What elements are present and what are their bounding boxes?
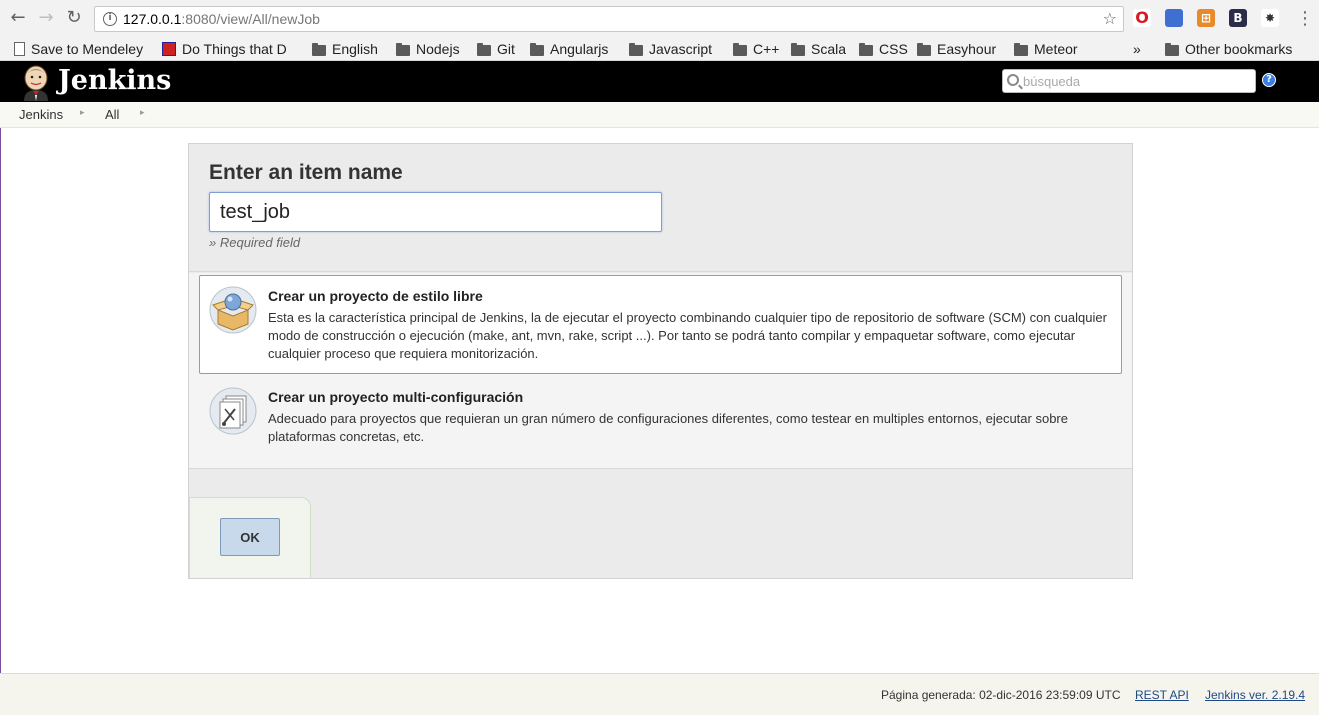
item-type-multi-configuration[interactable]: Crear un proyecto multi-configuración Ad… [199, 376, 1122, 458]
search-box [1002, 69, 1256, 93]
item-type-description: Adecuado para proyectos que requieran un… [268, 411, 1068, 444]
breadcrumb-all[interactable]: All [105, 107, 119, 122]
forward-arrow-icon[interactable]: → [36, 8, 56, 28]
rest-api-link[interactable]: REST API [1135, 688, 1189, 702]
required-field-hint: » Required field [209, 235, 301, 250]
jenkins-header: Jenkins [0, 61, 1319, 102]
bookmark-folder-git[interactable]: Git [477, 39, 515, 59]
bookmark-folder-scala[interactable]: Scala [791, 39, 846, 59]
folder-icon [530, 43, 544, 56]
folder-icon [733, 43, 747, 56]
site-info-icon[interactable]: i [103, 12, 117, 26]
puzzle-extension-icon[interactable]: ✸ [1261, 9, 1279, 27]
page-icon [14, 42, 25, 56]
url-text[interactable]: 127.0.0.1:8080/view/All/newJob [123, 11, 320, 27]
bookmark-folder-other[interactable]: Other bookmarks [1165, 39, 1292, 59]
item-type-description: Esta es la característica principal de J… [268, 310, 1107, 361]
bookmark-do-things[interactable]: Do Things that D [162, 39, 298, 59]
item-type-label: Crear un proyecto multi-configuración [268, 389, 524, 405]
bookmark-folder-cpp[interactable]: C++ [733, 39, 779, 59]
item-name-heading: Enter an item name [209, 161, 403, 184]
search-input[interactable] [1023, 73, 1251, 89]
window-extension-icon[interactable] [1165, 9, 1183, 27]
bookmark-folder-nodejs[interactable]: Nodejs [396, 39, 460, 59]
folder-icon [396, 43, 410, 56]
page-footer: Página generada: 02-dic-2016 23:59:09 UT… [0, 673, 1319, 715]
item-type-label: Crear un proyecto de estilo libre [268, 288, 483, 304]
bookmark-folder-easyhour[interactable]: Easyhour [917, 39, 996, 59]
form-footer: OK [189, 470, 1132, 578]
breadcrumb-jenkins[interactable]: Jenkins [19, 107, 63, 122]
browser-toolbar: ← → ↻ i 127.0.0.1:8080/view/All/newJob ☆… [0, 0, 1319, 37]
bookmarks-overflow-chevron-icon[interactable]: » [1133, 39, 1141, 59]
folder-icon [791, 43, 805, 56]
address-bar[interactable]: i 127.0.0.1:8080/view/All/newJob ☆ [94, 6, 1124, 32]
item-type-list: Crear un proyecto de estilo libre Esta e… [189, 273, 1132, 469]
browser-menu-icon[interactable]: ⋮ [1296, 8, 1314, 29]
folder-icon [477, 43, 491, 56]
bookmark-folder-css[interactable]: CSS [859, 39, 908, 59]
back-arrow-icon[interactable]: ← [8, 8, 28, 28]
help-icon[interactable]: ? [1262, 73, 1276, 87]
item-type-freestyle[interactable]: Crear un proyecto de estilo libre Esta e… [199, 275, 1122, 374]
folder-icon [859, 43, 873, 56]
window-edge [0, 128, 1, 715]
item-name-section: Enter an item name » Required field [189, 144, 1132, 272]
folder-icon [312, 43, 326, 56]
jenkins-version-link[interactable]: Jenkins ver. 2.19.4 [1205, 688, 1305, 702]
folder-icon [917, 43, 931, 56]
freestyle-box-icon [209, 286, 257, 334]
search-icon [1007, 74, 1019, 86]
new-item-panel: Enter an item name » Required field Crea… [188, 143, 1133, 579]
bootstrap-extension-icon[interactable]: B [1229, 9, 1247, 27]
reload-icon[interactable]: ↻ [64, 8, 84, 28]
bookmark-star-icon[interactable]: ☆ [1103, 9, 1117, 28]
breadcrumb: Jenkins ▸ All ▸ [0, 102, 1319, 128]
folder-icon [629, 43, 643, 56]
bookmark-folder-angularjs[interactable]: Angularjs [530, 39, 608, 59]
flag-icon [162, 42, 176, 56]
breadcrumb-chevron-icon[interactable]: ▸ [80, 108, 85, 118]
bookmark-folder-english[interactable]: English [312, 39, 378, 59]
folder-icon [1165, 43, 1179, 56]
bookmark-save-to-mendeley[interactable]: Save to Mendeley [14, 39, 148, 59]
jenkins-butler-logo-icon[interactable] [20, 65, 52, 101]
page-generated-timestamp: Página generada: 02-dic-2016 23:59:09 UT… [881, 688, 1121, 702]
breadcrumb-chevron-icon[interactable]: ▸ [140, 108, 145, 118]
jenkins-title[interactable]: Jenkins [58, 65, 171, 96]
rss-extension-icon[interactable]: ⊞ [1197, 9, 1215, 27]
opera-extension-icon[interactable]: O [1133, 9, 1151, 27]
multi-config-icon [209, 387, 257, 435]
item-name-input[interactable] [209, 192, 662, 232]
folder-icon [1014, 43, 1028, 56]
bookmark-folder-meteor[interactable]: Meteor [1014, 39, 1078, 59]
ok-button[interactable]: OK [220, 518, 280, 556]
bookmark-folder-javascript[interactable]: Javascript [629, 39, 712, 59]
bookmarks-bar: Save to Mendeley Do Things that D Englis… [0, 37, 1319, 61]
